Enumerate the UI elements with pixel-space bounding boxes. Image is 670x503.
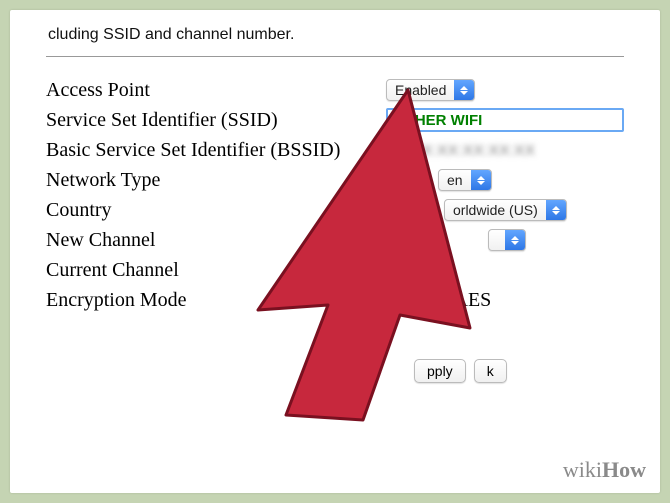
network-type-select[interactable]: en — [438, 169, 492, 191]
label-current-channel: Current Channel — [46, 259, 386, 282]
watermark: wikiHow — [563, 457, 646, 483]
updown-icon — [454, 80, 474, 100]
ssid-input[interactable] — [386, 108, 624, 132]
label-encryption-mode: Encryption Mode — [46, 289, 386, 312]
label-network-type: Network Type — [46, 169, 386, 192]
updown-icon — [546, 200, 566, 220]
secondary-button[interactable]: k — [474, 359, 507, 383]
access-point-select[interactable]: Enabled — [386, 79, 475, 101]
label-country: Country — [46, 199, 386, 222]
label-access-point: Access Point — [46, 79, 386, 102]
country-select[interactable]: orldwide (US) — [444, 199, 567, 221]
encryption-mode-value: KIP+AES — [410, 289, 491, 312]
label-new-channel: New Channel — [46, 229, 386, 252]
country-value: orldwide (US) — [445, 202, 546, 218]
divider — [46, 56, 624, 57]
header-fragment: cluding SSID and channel number. — [46, 10, 624, 56]
label-ssid: Service Set Identifier (SSID) — [46, 109, 386, 132]
network-type-value: en — [439, 172, 471, 188]
label-bssid: Basic Service Set Identifier (BSSID) — [46, 139, 386, 162]
new-channel-select[interactable] — [488, 229, 526, 251]
bssid-value: XX:XX:XX:XX:XX:XX — [386, 142, 535, 159]
updown-icon — [505, 230, 525, 250]
updown-icon — [471, 170, 491, 190]
access-point-value: Enabled — [387, 82, 454, 98]
apply-button[interactable]: pply — [414, 359, 466, 383]
